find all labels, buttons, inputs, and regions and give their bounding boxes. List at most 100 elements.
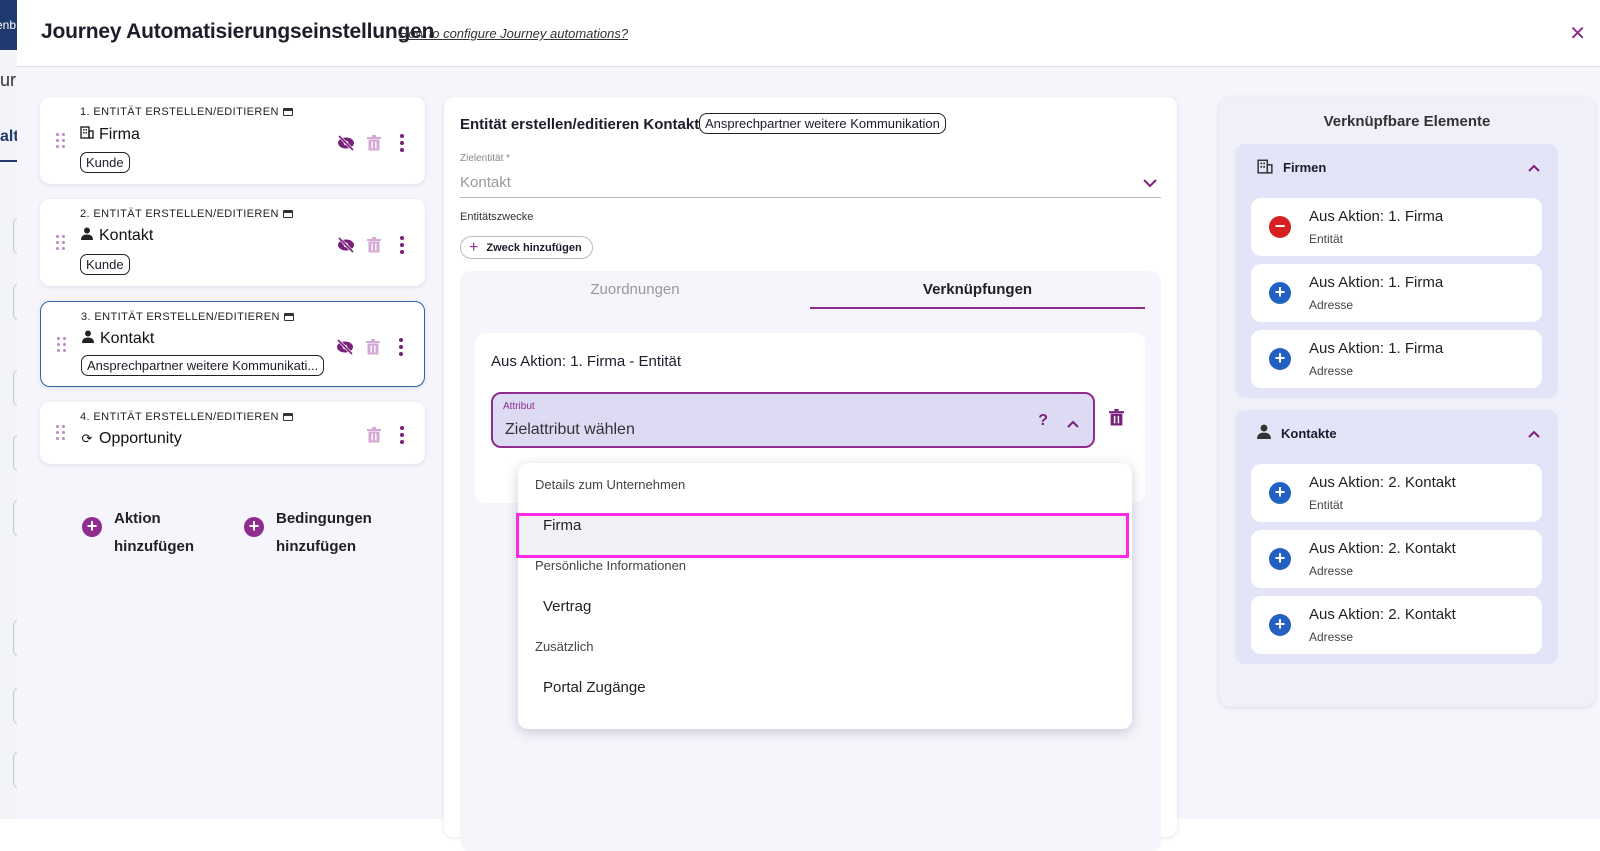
linkable-item-title: Aus Aktion: 1. Firma	[1309, 208, 1444, 225]
help-icon[interactable]: ?	[1038, 412, 1048, 430]
trash-icon[interactable]	[365, 236, 383, 254]
add-purpose-button[interactable]: + Zweck hinzufügen	[460, 236, 593, 259]
attribute-value: Zielattribut wählen	[505, 421, 635, 438]
chevron-up-icon[interactable]	[1528, 425, 1540, 443]
more-options-icon[interactable]	[392, 338, 410, 356]
field-underline	[460, 197, 1161, 198]
add-action-button[interactable]: + Aktion hinzufügen	[82, 505, 194, 561]
person-icon	[1257, 424, 1271, 442]
linkable-item-title: Aus Aktion: 2. Kontakt	[1309, 606, 1456, 623]
refresh-icon: ⟳	[81, 431, 93, 446]
action-tag: Kunde	[80, 254, 130, 275]
person-icon	[80, 227, 94, 243]
visibility-off-icon[interactable]	[337, 236, 355, 254]
action-card[interactable]: 2. Entität erstellen/editieren Kontakt K…	[40, 199, 425, 286]
drag-handle-icon[interactable]	[56, 235, 66, 251]
action-heading: 4. Entität erstellen/editieren	[80, 411, 293, 423]
dropdown-group-label: Persönliche Informationen	[535, 558, 687, 573]
linkable-item-subtitle: Adresse	[1309, 298, 1354, 312]
modal-title: Journey Automatisierungseinstellungen	[41, 20, 435, 43]
dropdown-option-firma[interactable]: Firma	[543, 517, 581, 534]
add-icon[interactable]: +	[1269, 282, 1291, 304]
trash-icon[interactable]	[365, 134, 383, 152]
action-tag: Kunde	[80, 152, 130, 173]
trash-icon[interactable]	[365, 426, 383, 444]
dropdown-group-label: Details zum Unternehmen	[535, 477, 686, 492]
action-heading: 2. Entität erstellen/editieren	[80, 208, 293, 220]
drag-handle-icon[interactable]	[56, 133, 66, 149]
target-entity-select[interactable]: Kontakt	[460, 174, 511, 191]
dropdown-option-vertrag[interactable]: Vertrag	[543, 598, 591, 615]
visibility-off-icon[interactable]	[336, 338, 354, 356]
linkable-item-title: Aus Aktion: 1. Firma	[1309, 340, 1444, 357]
chevron-up-icon[interactable]	[1067, 415, 1079, 433]
background-app: enb ur alt	[0, 0, 17, 819]
linkable-item: + Aus Aktion: 2. Kontakt Adresse	[1251, 596, 1542, 654]
help-link[interactable]: How to configure Journey automations?	[399, 26, 628, 41]
action-card[interactable]: 4. Entität erstellen/editieren ⟳ Opportun…	[40, 402, 425, 464]
purposes-label: Entitätszwecke	[460, 211, 534, 223]
linkable-item-subtitle: Adresse	[1309, 364, 1354, 378]
add-purpose-label: Zweck hinzufügen	[486, 241, 582, 254]
add-condition-button[interactable]: + Bedingungen hinzufügen	[244, 505, 372, 561]
background-tab: alt	[0, 128, 17, 145]
linkable-item: − Aus Aktion: 1. Firma Entität	[1251, 198, 1542, 256]
action-card-selected[interactable]: 3. Entität erstellen/editieren Kontakt A…	[40, 301, 425, 387]
linkable-elements-panel: Verknüpfbare Elemente Firmen − Aus Aktio…	[1219, 97, 1595, 707]
chevron-down-icon[interactable]	[1143, 175, 1157, 193]
drag-handle-icon[interactable]	[56, 425, 66, 441]
highlighted-option	[516, 513, 1129, 558]
tab-assignments[interactable]: Zuordnungen	[460, 281, 810, 311]
background-nav: enb	[0, 0, 17, 50]
group-name: Firmen	[1283, 160, 1327, 175]
more-options-icon[interactable]	[393, 236, 411, 254]
group-firmen: Firmen − Aus Aktion: 1. Firma Entität + …	[1235, 144, 1558, 398]
modal-header: Journey Automatisierungseinstellungen Ho…	[17, 0, 1600, 67]
card-icon	[282, 108, 293, 116]
linkable-item: + Aus Aktion: 1. Firma Adresse	[1251, 264, 1542, 322]
linkable-item-subtitle: Entität	[1309, 498, 1344, 512]
action-name: Kontakt	[81, 330, 154, 348]
dropdown-option-portal-zugaenge[interactable]: Portal Zugänge	[543, 679, 646, 696]
linkable-item-subtitle: Adresse	[1309, 630, 1354, 644]
action-name: Firma	[80, 125, 140, 144]
add-icon[interactable]: +	[1269, 614, 1291, 636]
remove-icon[interactable]: −	[1269, 216, 1291, 238]
close-icon[interactable]: ✕	[1569, 21, 1586, 46]
attribute-select[interactable]: Attribut Zielattribut wählen ?	[491, 392, 1095, 448]
building-icon	[80, 125, 94, 142]
card-icon	[282, 413, 293, 421]
attribute-dropdown-menu: Details zum Unternehmen Firma Persönlich…	[516, 463, 1132, 729]
drag-handle-icon[interactable]	[57, 337, 67, 353]
visibility-off-icon[interactable]	[337, 134, 355, 152]
trash-icon[interactable]	[364, 338, 382, 356]
linkable-item-title: Aus Aktion: 2. Kontakt	[1309, 540, 1456, 557]
target-entity-label: Zielentität *	[460, 153, 511, 164]
chevron-up-icon[interactable]	[1528, 159, 1540, 177]
card-icon	[283, 313, 294, 321]
group-header: Firmen	[1257, 158, 1326, 177]
add-icon[interactable]: +	[1269, 482, 1291, 504]
plus-icon: +	[244, 517, 264, 537]
add-icon[interactable]: +	[1269, 348, 1291, 370]
more-options-icon[interactable]	[393, 134, 411, 152]
linkable-item: + Aus Aktion: 2. Kontakt Adresse	[1251, 530, 1542, 588]
action-tag: Ansprechpartner weitere Kommunikati...	[81, 355, 325, 376]
action-heading: 1. Entität erstellen/editieren	[80, 106, 293, 118]
person-icon	[81, 330, 95, 346]
card-icon	[282, 210, 293, 218]
add-condition-label: Bedingungen hinzufügen	[276, 510, 372, 555]
linkable-item-title: Aus Aktion: 1. Firma	[1309, 274, 1444, 291]
more-options-icon[interactable]	[393, 426, 411, 444]
editor-title: Entität erstellen/editieren Kontakt	[460, 116, 700, 133]
action-name: ⟳ Opportunity	[81, 430, 182, 447]
action-card[interactable]: 1. Entität erstellen/editieren Firma Kun…	[40, 97, 425, 184]
group-name: Kontakte	[1281, 425, 1337, 441]
add-icon[interactable]: +	[1269, 548, 1291, 570]
plus-icon: +	[82, 517, 102, 537]
group-kontakte: Kontakte + Aus Aktion: 2. Kontakt Entitä…	[1235, 410, 1558, 664]
trash-icon[interactable]	[1109, 409, 1124, 431]
automation-settings-modal: Journey Automatisierungseinstellungen Ho…	[17, 0, 1600, 851]
background-heading: ur	[0, 70, 17, 90]
purpose-tag: Ansprechpartner weitere Kommunikation	[699, 113, 946, 134]
